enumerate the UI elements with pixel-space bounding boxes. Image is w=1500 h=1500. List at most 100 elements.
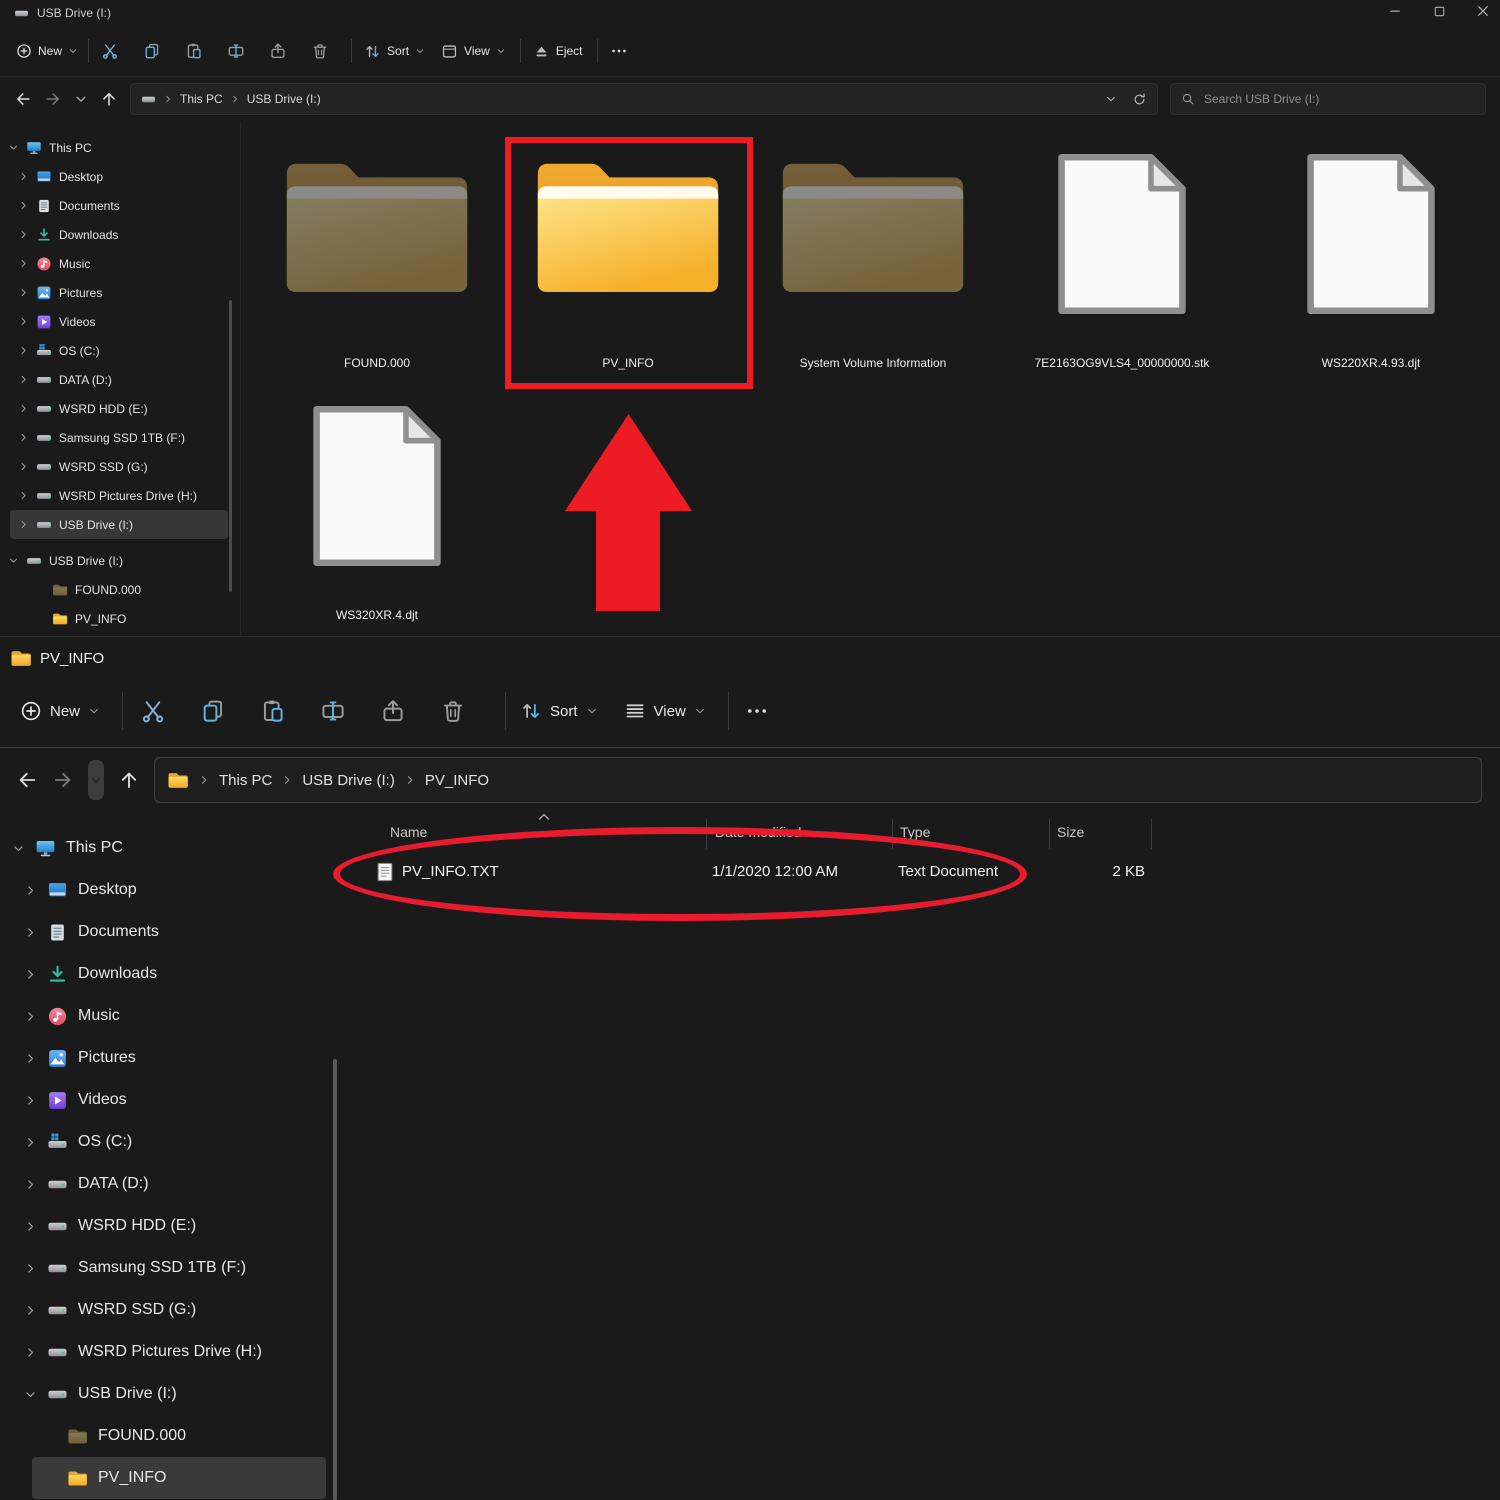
sidebar-item-music[interactable]: Music <box>10 249 228 278</box>
sidebar-item-pv-info[interactable]: PV_INFO <box>32 1457 326 1499</box>
breadcrumb-this-pc[interactable]: This PC <box>180 92 223 106</box>
delete-button[interactable] <box>311 42 329 60</box>
sidebar-item-videos[interactable]: Videos <box>10 307 228 336</box>
sidebar-item-wsrd-ssd-g[interactable]: WSRD SSD (G:) <box>10 452 228 481</box>
sort-button[interactable]: Sort <box>520 700 598 722</box>
sidebar-item-usb-drive-i[interactable]: USB Drive (I:) <box>10 510 228 539</box>
rename-button[interactable] <box>320 698 346 724</box>
column-header-date-modified[interactable]: Date modified <box>715 824 801 840</box>
sidebar-item-this-pc[interactable]: This PC <box>0 827 326 869</box>
address-dropdown-button[interactable] <box>1105 93 1117 105</box>
chevron-down-icon <box>694 705 706 717</box>
separator <box>351 39 352 63</box>
more-button[interactable] <box>610 42 628 60</box>
breadcrumb: This PC USB Drive (I:) PV_INFO <box>154 757 1482 803</box>
sidebar-item-pictures[interactable]: Pictures <box>10 278 228 307</box>
column-separator[interactable] <box>1049 819 1050 849</box>
sidebar-item-data-d[interactable]: DATA (D:) <box>10 365 228 394</box>
recent-locations-button[interactable] <box>88 760 104 800</box>
recent-locations-button[interactable] <box>74 92 88 106</box>
sidebar-item-desktop[interactable]: Desktop <box>12 869 326 911</box>
paste-button[interactable] <box>185 42 203 60</box>
breadcrumb-usb-drive[interactable]: USB Drive (I:) <box>302 772 395 789</box>
back-button[interactable] <box>14 90 32 108</box>
file-item-pv-info[interactable]: PV_INFO <box>513 140 743 370</box>
chevron-down-icon <box>586 705 598 717</box>
sidebar-scrollbar[interactable] <box>333 1059 337 1500</box>
sidebar-item-pv-info[interactable]: PV_INFO <box>26 604 228 633</box>
view-button[interactable]: View <box>441 43 506 60</box>
back-button[interactable] <box>16 769 38 791</box>
delete-button[interactable] <box>440 698 466 724</box>
close-button[interactable] <box>1474 2 1492 20</box>
sidebar-item-samsung-ssd-f[interactable]: Samsung SSD 1TB (F:) <box>12 1247 326 1289</box>
sidebar-item-desktop[interactable]: Desktop <box>10 162 228 191</box>
sidebar-item-wsrd-ssd-g[interactable]: WSRD SSD (G:) <box>12 1289 326 1331</box>
sidebar-item-this-pc[interactable]: This PC <box>0 133 228 162</box>
sidebar-item-videos[interactable]: Videos <box>12 1079 326 1121</box>
up-button[interactable] <box>118 769 140 791</box>
file-item-ws220xr[interactable]: WS220XR.4.93.djt <box>1256 140 1486 370</box>
sidebar-item-pictures[interactable]: Pictures <box>12 1037 326 1079</box>
sidebar-item-downloads[interactable]: Downloads <box>12 953 326 995</box>
file-row-pv-info-txt[interactable]: PV_INFO.TXT 1/1/2020 12:00 AM Text Docum… <box>360 851 1500 897</box>
sidebar-item-usb-drive-i-root[interactable]: USB Drive (I:) <box>0 546 228 575</box>
column-header-name[interactable]: Name <box>390 824 427 840</box>
sidebar-item-os-c[interactable]: OS (C:) <box>12 1121 326 1163</box>
column-separator[interactable] <box>892 819 893 849</box>
sort-button[interactable]: Sort <box>364 43 425 60</box>
sidebar-item-data-d[interactable]: DATA (D:) <box>12 1163 326 1205</box>
breadcrumb-usb-drive[interactable]: USB Drive (I:) <box>247 92 321 106</box>
forward-button[interactable] <box>44 90 62 108</box>
eject-button[interactable]: Eject <box>533 43 583 60</box>
sidebar-item-wsrd-hdd-e[interactable]: WSRD HDD (E:) <box>12 1205 326 1247</box>
breadcrumb-this-pc[interactable]: This PC <box>219 772 272 789</box>
copy-button[interactable] <box>143 42 161 60</box>
column-header-size[interactable]: Size <box>1057 824 1084 840</box>
chevron-down-icon <box>88 705 100 717</box>
sidebar-item-found000[interactable]: FOUND.000 <box>26 575 228 604</box>
sidebar-item-os-c[interactable]: OS (C:) <box>10 336 228 365</box>
forward-button[interactable] <box>52 769 74 791</box>
breadcrumb-pv-info[interactable]: PV_INFO <box>425 772 489 789</box>
sidebar-item-wsrd-pictures-h[interactable]: WSRD Pictures Drive (H:) <box>12 1331 326 1373</box>
cut-button[interactable] <box>140 698 166 724</box>
share-button[interactable] <box>380 698 406 724</box>
sidebar-item-usb-drive-i[interactable]: USB Drive (I:) <box>12 1373 326 1415</box>
sidebar-item-documents[interactable]: Documents <box>12 911 326 953</box>
sidebar-item-music[interactable]: Music <box>12 995 326 1037</box>
paste-button[interactable] <box>260 698 286 724</box>
sidebar-item-wsrd-hdd-e[interactable]: WSRD HDD (E:) <box>10 394 228 423</box>
new-button[interactable]: New <box>20 700 100 722</box>
copy-button[interactable] <box>200 698 226 724</box>
search-input[interactable] <box>1202 91 1475 107</box>
separator <box>520 39 521 63</box>
separator <box>728 692 729 730</box>
minimize-button[interactable] <box>1386 2 1404 20</box>
screenshot-root: USB Drive (I:) New Sort <box>0 0 1500 1500</box>
view-button[interactable]: View <box>624 700 706 722</box>
sidebar-item-downloads[interactable]: Downloads <box>10 220 228 249</box>
column-header-type[interactable]: Type <box>900 824 930 840</box>
more-button[interactable] <box>745 699 769 723</box>
share-button[interactable] <box>269 42 287 60</box>
sidebar-item-samsung-ssd-f[interactable]: Samsung SSD 1TB (F:) <box>10 423 228 452</box>
cut-button[interactable] <box>101 42 119 60</box>
tab-pv-info[interactable]: PV_INFO <box>0 641 104 675</box>
refresh-button[interactable] <box>1132 92 1147 107</box>
column-separator[interactable] <box>1151 819 1152 849</box>
new-button[interactable]: New <box>16 43 78 59</box>
maximize-button[interactable] <box>1430 2 1448 20</box>
rename-button[interactable] <box>227 42 245 60</box>
file-item-ws320xr[interactable]: WS320XR.4.djt <box>262 392 492 622</box>
file-item-found000[interactable]: FOUND.000 <box>262 140 492 370</box>
sidebar-item-documents[interactable]: Documents <box>10 191 228 220</box>
sidebar-item-wsrd-pictures-h[interactable]: WSRD Pictures Drive (H:) <box>10 481 228 510</box>
column-separator[interactable] <box>706 819 707 849</box>
file-item-system-volume-information[interactable]: System Volume Information <box>758 140 988 370</box>
sidebar-item-found000[interactable]: FOUND.000 <box>32 1415 326 1457</box>
file-item-stk[interactable]: 7E2163OG9VLS4_00000000.stk <box>1007 140 1237 370</box>
up-button[interactable] <box>100 90 118 108</box>
sidebar-scrollbar[interactable] <box>229 300 232 592</box>
chevron-right-icon <box>281 774 293 786</box>
